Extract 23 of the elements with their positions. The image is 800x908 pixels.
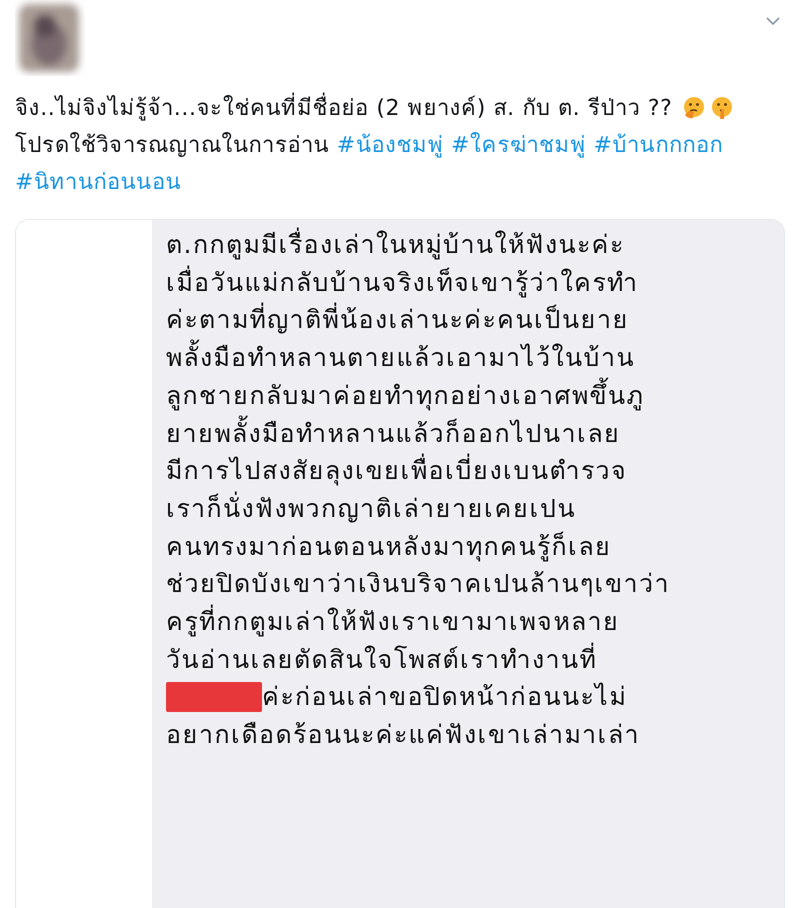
attached-image[interactable] [15,219,785,908]
handwritten-line: เราก็นั่งฟังพวกญาติเล่ายายเคยเปน [166,490,576,525]
shushing-emoji-icon [710,96,734,120]
handwritten-line: คนทรงมาก่อนตอนหลังมาทุกคนรู้ก็เลย [166,530,612,564]
thinking-emoji-icon [682,96,706,120]
handwritten-line: พลั้งมือทำหลานตายแล้วเอามาไว้ในบ้าน [166,339,635,377]
handwritten-line: ต.กกตูมมีเรื่องเล่าในหมู่บ้านให้ฟังนะค่ะ [166,226,624,264]
handwritten-line: อยากเดือดร้อนนะค่ะแค่ฟังเขาเล่ามาเล่า [166,719,640,752]
hashtag-link[interactable]: #น้องชมพู่ [336,133,444,158]
handwritten-line: วันอ่านเลยตัดสินใจโพสต์เราทำงานที่ [166,642,597,676]
handwritten-line: ช่วยปิดบังเขาว่าเงินบริจาคเปนล้านๆเขาว่า [166,568,670,600]
handwritten-line: เมื่อวันแม่กลับบ้านจริงเท็จเขารู้ว่าใครทำ [166,264,638,300]
tweet-text: โปรดใช้วิจารณญาณในการอ่าน [15,133,330,158]
handwritten-line: ค่ะตามที่ญาติพี่น้องเล่านะค่ะคนเป็นยาย [166,301,629,340]
handwritten-line: ลูกชายกลับมาค่อยทำทุกอย่างเอาศพขึ้นภู [166,376,644,415]
handwritten-line: มีการไปสงสัยลุงเขยเพื่อเบี่ยงเบนตำรวจ [166,452,628,490]
hashtag-link[interactable]: #นิทานก่อนนอน [15,170,182,195]
hashtag-link[interactable]: #บ้านกกกอก [593,133,724,158]
handwritten-line: ค่ะก่อนเล่าขอปิดหน้าก่อนนะไม่ [262,681,627,714]
handwritten-line: ยายพลั้งมือทำหลานแล้วก็ออกไปนาเลย [166,414,620,452]
chevron-down-icon[interactable] [765,16,781,26]
hashtag-link[interactable]: #ใครฆ่าชมพู่ [451,133,586,158]
handwritten-line: ครูที่กกตูมเล่าให้ฟังเราเขามาเพจหลาย [166,603,620,641]
